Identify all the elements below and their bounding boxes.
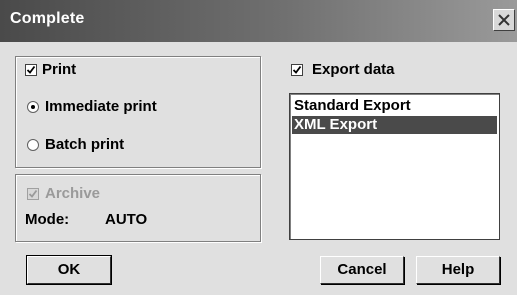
- export-data-checkbox[interactable]: [291, 64, 303, 76]
- batch-print-label: Batch print: [45, 136, 125, 153]
- help-button[interactable]: Help: [416, 256, 500, 284]
- title-bar[interactable]: Complete: [0, 0, 517, 42]
- list-item-xml-export[interactable]: XML Export: [292, 116, 497, 134]
- archive-label: Archive: [45, 185, 101, 202]
- ok-button[interactable]: OK: [26, 255, 112, 285]
- cancel-button[interactable]: Cancel: [320, 256, 404, 284]
- archive-checkbox[interactable]: [27, 188, 39, 200]
- radio-selected-dot: [31, 105, 35, 109]
- mode-label: Mode:: [25, 211, 70, 228]
- list-item-standard-export[interactable]: Standard Export: [292, 97, 497, 115]
- export-listbox[interactable]: Standard Export XML Export: [289, 93, 500, 240]
- immediate-print-radio[interactable]: [27, 101, 39, 113]
- close-button[interactable]: [493, 9, 515, 31]
- print-checkbox[interactable]: [25, 64, 37, 76]
- immediate-print-label: Immediate print: [45, 98, 157, 115]
- complete-dialog: Complete Print Immediate print Batch pri…: [0, 0, 517, 295]
- batch-print-radio[interactable]: [27, 139, 39, 151]
- print-label: Print: [42, 61, 77, 78]
- mode-value: AUTO: [105, 211, 148, 228]
- dialog-title: Complete: [10, 10, 85, 27]
- export-data-label: Export data: [312, 61, 395, 78]
